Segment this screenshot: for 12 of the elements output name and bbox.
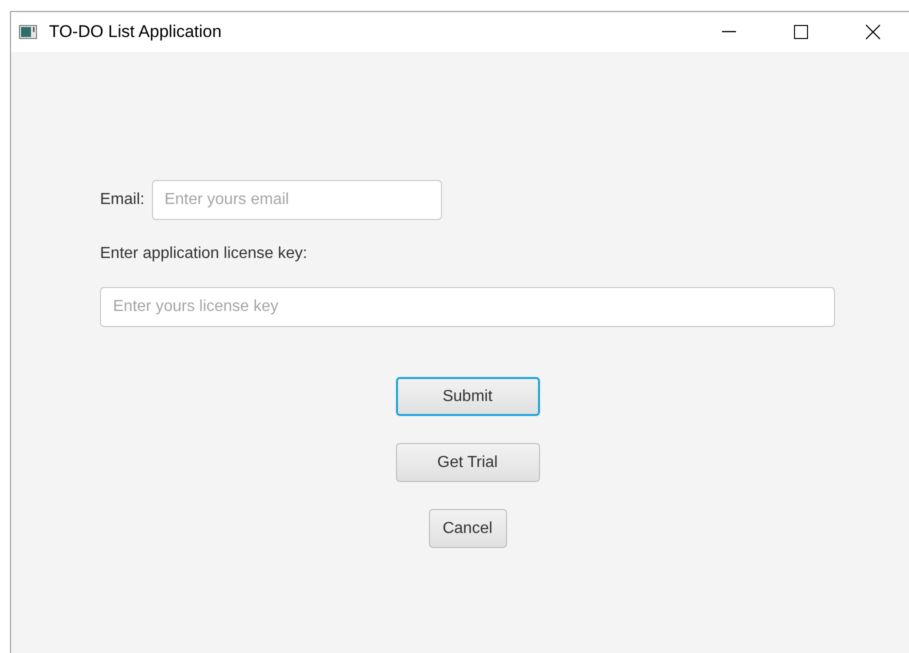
- window-title: TO-DO List Application: [49, 21, 222, 44]
- email-field[interactable]: Enter yours email: [152, 180, 442, 220]
- email-label: Email:: [100, 190, 144, 210]
- minimize-icon: [722, 31, 736, 33]
- maximize-icon: [794, 25, 808, 39]
- submit-button[interactable]: Submit: [396, 377, 540, 416]
- license-field[interactable]: Enter yours license key: [100, 287, 835, 327]
- cancel-button[interactable]: Cancel: [428, 509, 506, 548]
- app-icon: [19, 25, 37, 39]
- license-label: Enter application license key:: [100, 244, 308, 264]
- close-icon: [865, 24, 881, 40]
- trial-button[interactable]: Get Trial: [396, 443, 540, 482]
